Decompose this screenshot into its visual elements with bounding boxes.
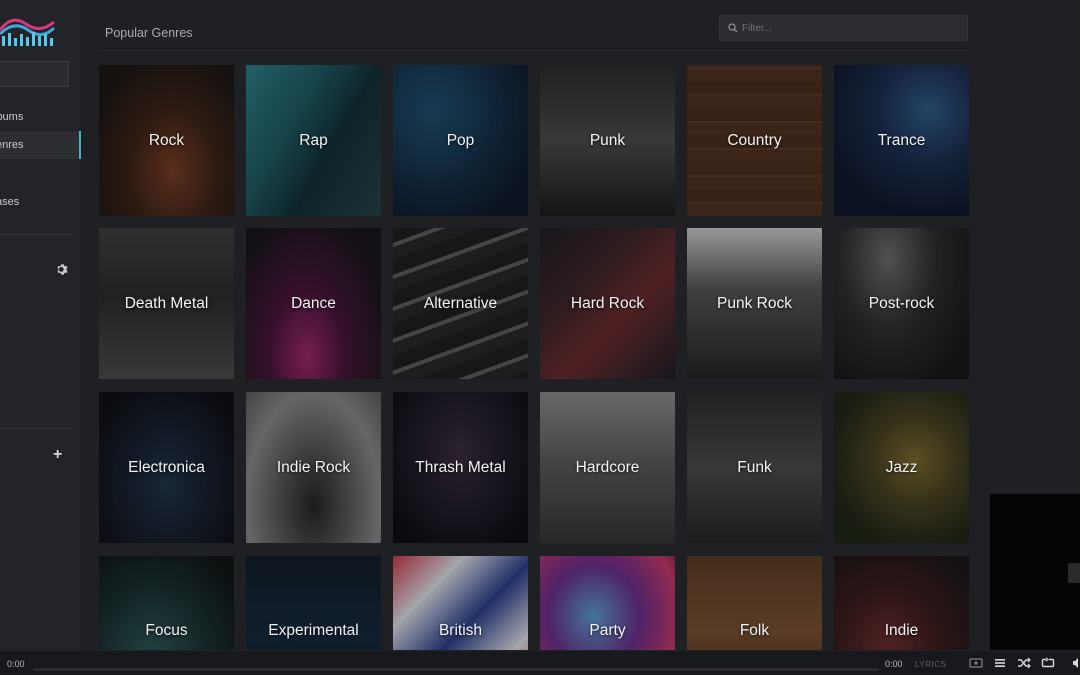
genre-label: Jazz	[885, 458, 918, 476]
genre-label: Country	[727, 131, 782, 149]
search-icon	[728, 23, 738, 33]
genre-tile-rock[interactable]: Rock	[99, 65, 234, 216]
genre-label: Party	[589, 622, 626, 639]
genre-label: Thrash Metal	[415, 458, 506, 476]
genre-tile-thrash-metal[interactable]: Thrash Metal	[393, 392, 528, 543]
genre-tile-rap[interactable]: Rap	[246, 65, 381, 216]
app-logo	[0, 8, 58, 50]
genre-tile-punk-rock[interactable]: Punk Rock	[687, 228, 822, 379]
genre-label: Rap	[299, 131, 328, 149]
genre-label: Punk Rock	[717, 294, 792, 312]
genre-tile-alternative[interactable]: Alternative	[393, 228, 528, 379]
genre-tile-jazz[interactable]: Jazz	[834, 392, 969, 543]
genre-tile-electronica[interactable]: Electronica	[99, 392, 234, 543]
genre-label: Punk	[589, 131, 626, 149]
genre-label: Indie	[884, 622, 919, 639]
sidebar-item-albums[interactable]: lbums	[0, 103, 81, 131]
video-preview[interactable]	[990, 494, 1080, 650]
title-divider	[100, 50, 968, 51]
genre-label: Experimental	[268, 622, 359, 639]
video-icon[interactable]	[969, 657, 983, 669]
filter-input[interactable]	[742, 16, 962, 40]
genre-tile-punk[interactable]: Punk	[540, 65, 675, 216]
genre-tile-dance[interactable]: Dance	[246, 228, 381, 379]
genre-tile-trance[interactable]: Trance	[834, 65, 969, 216]
sidebar-divider	[0, 428, 72, 429]
plus-icon[interactable]: +	[53, 447, 62, 463]
genre-tile-british[interactable]: British	[393, 556, 528, 650]
repeat-icon[interactable]	[1041, 657, 1055, 669]
elapsed-time: 0:00	[7, 659, 25, 669]
genre-tile-hard-rock[interactable]: Hard Rock	[540, 228, 675, 379]
sidebar-item-label: ases	[0, 196, 20, 208]
sidebar-item-label: enres	[0, 139, 24, 151]
total-time: 0:00	[885, 659, 903, 669]
genre-tile-indie[interactable]: Indie	[834, 556, 969, 650]
shuffle-icon[interactable]	[1017, 657, 1031, 669]
genre-label: Death Metal	[124, 294, 209, 312]
genre-tile-hardcore[interactable]: Hardcore	[540, 392, 675, 543]
genre-tile-party[interactable]: Party	[540, 556, 675, 650]
sidebar-search-input[interactable]	[0, 61, 69, 87]
genre-label: Rock	[148, 131, 185, 149]
genre-tile-country[interactable]: Country	[687, 65, 822, 216]
genre-tile-indie-rock[interactable]: Indie Rock	[246, 392, 381, 543]
genre-label: Hardcore	[575, 458, 640, 476]
genre-tile-funk[interactable]: Funk	[687, 392, 822, 543]
sidebar: lbums enres ases +	[0, 0, 82, 650]
player-bar: 0:00 0:00 LYRICS	[0, 650, 1080, 675]
genre-label: Pop	[446, 131, 475, 149]
filter-box[interactable]	[719, 15, 968, 41]
volume-icon[interactable]	[1072, 657, 1080, 669]
genre-label: Indie Rock	[276, 458, 351, 476]
genre-tile-folk[interactable]: Folk	[687, 556, 822, 650]
seek-bar[interactable]	[33, 668, 879, 671]
genre-label: Focus	[145, 622, 188, 639]
app-window: lbums enres ases + Popular Genres Roc	[0, 0, 1080, 675]
genre-tile-experimental[interactable]: Experimental	[246, 556, 381, 650]
genre-tile-focus[interactable]: Focus	[99, 556, 234, 650]
active-indicator	[79, 131, 81, 159]
genre-label: Dance	[291, 294, 336, 312]
genre-label: Folk	[739, 622, 770, 639]
genre-tile-post-rock[interactable]: Post-rock	[834, 228, 969, 379]
genre-tile-pop[interactable]: Pop	[393, 65, 528, 216]
lyrics-button[interactable]: LYRICS	[915, 660, 946, 669]
sidebar-divider	[0, 234, 72, 235]
sidebar-item-releases[interactable]: ases	[0, 188, 81, 216]
genre-label: Trance	[877, 131, 926, 149]
genre-label: Funk	[737, 458, 772, 476]
genre-label: Hard Rock	[570, 294, 645, 312]
sidebar-item-genres[interactable]: enres	[0, 131, 81, 159]
genre-label: Post-rock	[868, 294, 935, 312]
genre-label: British	[438, 622, 483, 639]
gear-icon[interactable]	[56, 263, 69, 276]
sidebar-item-label: lbums	[0, 111, 24, 123]
expand-handle[interactable]	[1068, 563, 1080, 583]
genre-label: Alternative	[423, 294, 498, 312]
genre-label: Electronica	[128, 458, 205, 476]
queue-icon[interactable]	[993, 657, 1007, 669]
main-content: Popular Genres Rock Rap Pop Punk Country…	[83, 0, 990, 650]
genre-tile-death-metal[interactable]: Death Metal	[99, 228, 234, 379]
page-title: Popular Genres	[105, 26, 193, 40]
